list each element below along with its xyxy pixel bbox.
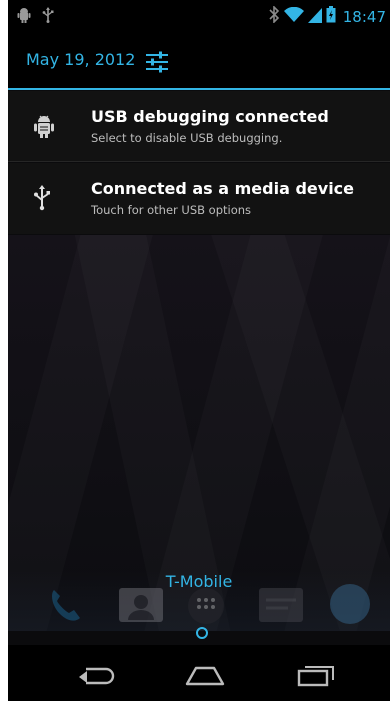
date-label: May 19, 2012 — [26, 50, 136, 69]
quick-panel-header: May 19, 2012 — [8, 33, 390, 90]
panel-divider — [8, 88, 390, 90]
notification-title: USB debugging connected — [91, 107, 329, 126]
usb-icon — [42, 7, 54, 27]
settings-sliders-icon[interactable] — [145, 51, 169, 73]
back-icon[interactable] — [76, 663, 118, 687]
messaging-icon[interactable] — [258, 586, 304, 628]
contacts-icon[interactable] — [118, 586, 164, 628]
notification-usb-debugging[interactable]: USB debugging connected Select to disabl… — [8, 91, 390, 162]
status-bar: 18:47 — [8, 0, 390, 33]
clock: 18:47 — [342, 7, 386, 26]
signal-icon — [307, 7, 322, 27]
wifi-icon — [283, 6, 304, 27]
battery-icon — [326, 6, 336, 27]
app-drawer-icon[interactable] — [186, 586, 226, 630]
phone-screen: 18:47 May 19, 2012 USB debugging connect… — [8, 0, 390, 701]
notification-usb-media[interactable]: Connected as a media device Touch for ot… — [8, 163, 390, 234]
android-debug-icon — [16, 7, 32, 27]
notification-title: Connected as a media device — [91, 179, 355, 198]
navigation-bar — [8, 645, 390, 701]
recents-icon[interactable] — [295, 663, 337, 687]
carrier-label: T-Mobile — [165, 572, 233, 591]
android-debug-icon — [32, 113, 56, 139]
bluetooth-icon — [268, 5, 280, 27]
home-icon[interactable] — [184, 663, 226, 687]
notification-subtitle: Touch for other USB options — [91, 203, 252, 217]
notification-subtitle: Select to disable USB debugging. — [91, 131, 283, 145]
usb-icon — [32, 185, 56, 211]
page-indicator — [196, 627, 208, 639]
